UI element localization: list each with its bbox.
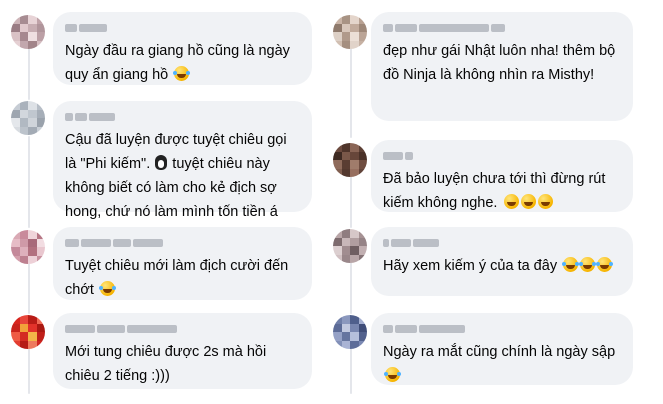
comment-text: đẹp như gái Nhật luôn nha! thêm bộ đồ Ni… bbox=[383, 43, 620, 83]
avatar[interactable] bbox=[333, 229, 367, 263]
avatar[interactable] bbox=[11, 101, 45, 135]
grinning-tears-emoji bbox=[562, 257, 579, 272]
commenter-name-redacted[interactable] bbox=[65, 22, 300, 33]
thread-connector bbox=[350, 48, 352, 138]
comment-text: Hãy xem kiếm ý của ta đây bbox=[383, 254, 621, 278]
thread-connector bbox=[28, 262, 30, 314]
commenter-name-redacted[interactable] bbox=[383, 323, 621, 334]
comment-bubble: Đã bảo luyện chưa tới thì đừng rút kiếm … bbox=[371, 140, 633, 212]
grinning-tears-emoji bbox=[596, 257, 613, 272]
commenter-name-redacted[interactable] bbox=[383, 22, 621, 33]
avatar[interactable] bbox=[11, 315, 45, 349]
commenter-name-redacted[interactable] bbox=[65, 237, 300, 248]
comment-bubble: Tuyệt chiêu mới làm địch cười đến chớt bbox=[53, 227, 312, 300]
thread-connector bbox=[350, 262, 352, 314]
rolling-laughing-emoji bbox=[98, 281, 115, 296]
grinning-tears-emoji bbox=[384, 367, 400, 382]
comment-bubble: Ngày đầu ra giang hồ cũng là ngày quy ẩn… bbox=[53, 12, 312, 85]
avatar[interactable] bbox=[11, 230, 45, 264]
grinning-emoji bbox=[537, 194, 553, 209]
comment-text: Ngày đầu ra giang hồ cũng là ngày quy ẩn… bbox=[65, 43, 294, 83]
thread-connector bbox=[28, 48, 30, 100]
commenter-name-redacted[interactable] bbox=[65, 323, 300, 334]
commenter-name-redacted[interactable] bbox=[383, 150, 621, 161]
commenter-name-redacted[interactable] bbox=[383, 237, 621, 248]
avatar[interactable] bbox=[333, 15, 367, 49]
thread-connector bbox=[28, 136, 30, 228]
comment-text: Mới tung chiêu được 2s mà hồi chiêu 2 ti… bbox=[65, 344, 271, 384]
comment-text: Đã bảo luyện chưa tới thì đừng rút kiếm … bbox=[383, 171, 610, 211]
thread-connector bbox=[28, 348, 30, 394]
penguin-icon bbox=[155, 155, 168, 170]
comment-bubble: Ngày ra mắt cũng chính là ngày sập bbox=[371, 313, 633, 385]
grinning-tears-emoji bbox=[579, 257, 596, 272]
comment-text: Tuyệt chiêu mới làm địch cười đến chớt bbox=[65, 258, 293, 298]
comment-bubble: Hãy xem kiếm ý của ta đây bbox=[371, 227, 633, 296]
avatar[interactable] bbox=[333, 143, 367, 177]
comment-text: Cậu đã luyện được tuyệt chiêu gọi là "Ph… bbox=[65, 132, 291, 220]
comment-text: Ngày ra mắt cũng chính là ngày sập bbox=[383, 340, 621, 388]
comments-column-left: Ngày đầu ra giang hồ cũng là ngày quy ẩn… bbox=[0, 0, 330, 404]
thread-connector bbox=[350, 176, 352, 228]
thread-connector bbox=[350, 348, 352, 394]
avatar[interactable] bbox=[333, 315, 367, 349]
comments-column-right: đẹp như gái Nhật luôn nha! thêm bộ đồ Ni… bbox=[330, 0, 663, 404]
grinning-emoji bbox=[520, 194, 536, 209]
avatar[interactable] bbox=[11, 15, 45, 49]
grinning-tears-emoji bbox=[173, 66, 190, 81]
comment-bubble: đẹp như gái Nhật luôn nha! thêm bộ đồ Ni… bbox=[371, 12, 633, 121]
commenter-name-redacted[interactable] bbox=[65, 111, 300, 122]
comment-bubble: Cậu đã luyện được tuyệt chiêu gọi là "Ph… bbox=[53, 101, 312, 220]
grinning-emoji bbox=[503, 194, 519, 209]
comment-bubble: Mới tung chiêu được 2s mà hồi chiêu 2 ti… bbox=[53, 313, 312, 389]
